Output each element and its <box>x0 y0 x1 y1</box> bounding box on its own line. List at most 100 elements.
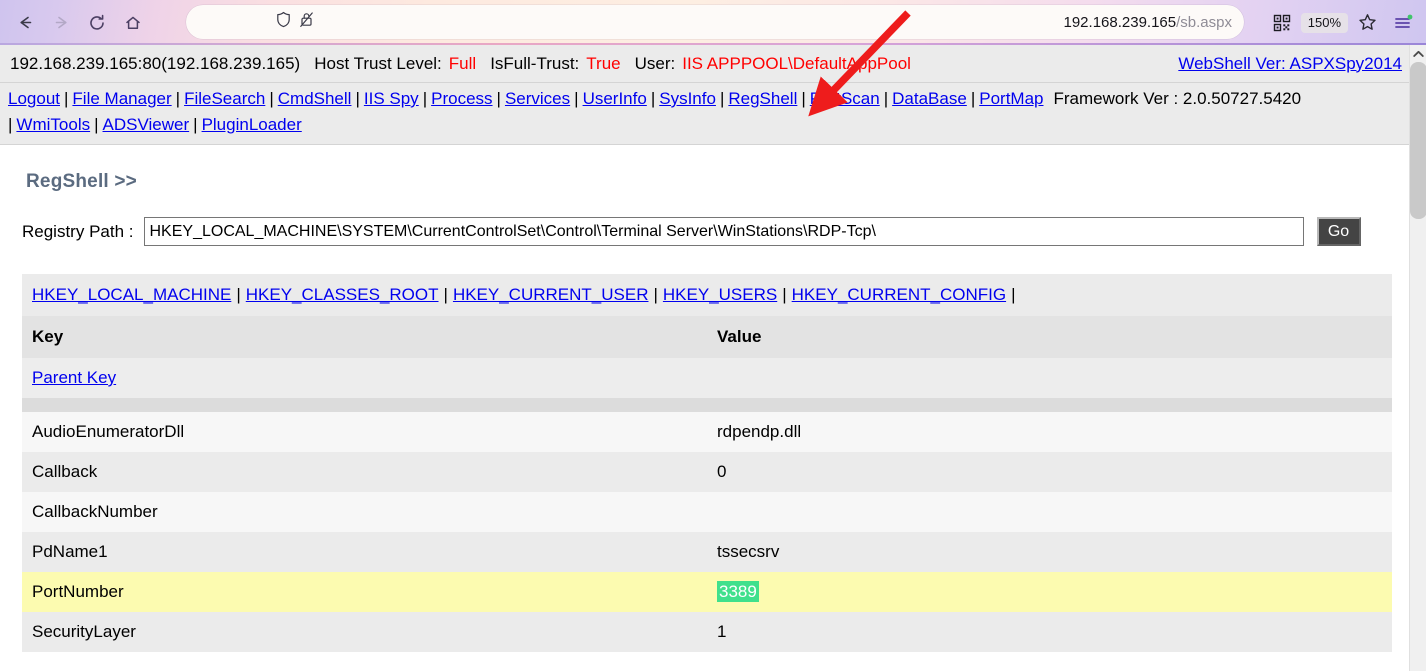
nav-link-portscan[interactable]: PortScan <box>810 89 880 108</box>
nav-link-filesearch[interactable]: FileSearch <box>184 89 265 108</box>
webshell-nav-links: Logout | File Manager | FileSearch | CmdShell |… <box>0 83 1426 145</box>
table-spacer-cell <box>22 398 1392 412</box>
server-address: 192.168.239.165:80(192.168.239.165) <box>10 53 301 73</box>
hive-link-hkey-users[interactable]: HKEY_USERS <box>663 285 777 304</box>
nav-link-adsviewer[interactable]: ADSViewer <box>103 115 190 134</box>
table-row: PdName1 tssecsrv <box>22 532 1392 572</box>
shield-icon[interactable] <box>276 11 291 33</box>
registry-key-cell: PortNumber <box>22 572 707 612</box>
user-label: User: <box>634 53 676 73</box>
parent-key-cell: Parent Key <box>22 358 707 398</box>
address-bar[interactable]: 192.168.239.165/sb.aspx <box>186 5 1244 39</box>
framework-version-label: Framework Ver : 2.0.50727.5420 <box>1053 89 1302 108</box>
scroll-up-arrow[interactable] <box>1410 45 1426 62</box>
table-row: AudioEnumeratorDll rdpendp.dll <box>22 412 1392 452</box>
nav-link-process[interactable]: Process <box>431 89 492 108</box>
registry-path-input[interactable] <box>143 217 1304 246</box>
table-row: SecurityLayer 1 <box>22 612 1392 652</box>
nav-link-cmdshell[interactable]: CmdShell <box>278 89 352 108</box>
broken-lock-icon[interactable] <box>299 11 314 33</box>
nav-link-regshell[interactable]: RegShell <box>728 89 797 108</box>
registry-value-cell: rdpendp.dll <box>707 412 1392 452</box>
nav-link-database[interactable]: DataBase <box>892 89 967 108</box>
registry-path-label: Registry Path : <box>22 221 134 241</box>
isfull-trust-label: IsFull-Trust: <box>490 53 580 73</box>
column-header-key: Key <box>22 316 707 358</box>
registry-key-cell: SecurityLayer <box>22 612 707 652</box>
hive-link-hkey-classes-root[interactable]: HKEY_CLASSES_ROOT <box>246 285 439 304</box>
nav-link-logout[interactable]: Logout <box>8 89 60 108</box>
back-button[interactable] <box>8 6 42 40</box>
address-bar-container: 192.168.239.165/sb.aspx <box>186 5 1244 39</box>
table-row: Callback 0 <box>22 452 1392 492</box>
home-icon <box>124 14 142 32</box>
registry-hive-links-row: HKEY_LOCAL_MACHINE | HKEY_CLASSES_ROOT | HKE… <box>22 274 1392 316</box>
url-host: 192.168.239.165 <box>1063 13 1177 31</box>
parent-key-value-cell <box>707 358 1392 398</box>
column-header-value: Value <box>707 316 1392 358</box>
registry-value-cell: tssecsrv <box>707 532 1392 572</box>
page-scrollbar[interactable] <box>1409 45 1426 671</box>
hive-link-hkey-current-user[interactable]: HKEY_CURRENT_USER <box>453 285 649 304</box>
bookmark-button[interactable] <box>1350 6 1384 40</box>
parent-key-link[interactable]: Parent Key <box>32 368 116 387</box>
reload-icon <box>88 14 106 32</box>
registry-hive-links: HKEY_LOCAL_MACHINE | HKEY_CLASSES_ROOT | HKE… <box>22 274 1392 316</box>
registry-path-row: Registry Path : Go <box>22 217 1426 246</box>
nav-link-services[interactable]: Services <box>505 89 570 108</box>
trust-level-label: Host Trust Level: <box>314 53 442 73</box>
nav-link-iis-spy[interactable]: IIS Spy <box>364 89 419 108</box>
server-info-bar: 192.168.239.165:80(192.168.239.165) Host… <box>0 45 1426 83</box>
parent-key-row: Parent Key <box>22 358 1392 398</box>
nav-link-wmitools[interactable]: WmiTools <box>16 115 90 134</box>
webshell-version-link[interactable]: WebShell Ver: ASPXSpy2014 <box>1178 54 1402 74</box>
go-button[interactable]: Go <box>1316 217 1361 246</box>
scrollbar-thumb[interactable] <box>1410 62 1426 219</box>
forward-arrow-icon <box>53 14 70 31</box>
trust-level-value: Full <box>448 53 477 73</box>
registry-table: HKEY_LOCAL_MACHINE | HKEY_CLASSES_ROOT | HKE… <box>22 274 1392 652</box>
registry-value-cell: 0 <box>707 452 1392 492</box>
nav-link-pluginloader[interactable]: PluginLoader <box>202 115 302 134</box>
hamburger-menu-icon <box>1393 13 1413 33</box>
nav-row-1: Logout | File Manager | FileSearch | CmdShell |… <box>8 89 1302 108</box>
nav-link-sysinfo[interactable]: SysInfo <box>659 89 716 108</box>
registry-values-body: AudioEnumeratorDll rdpendp.dll Callback 0 Ca… <box>22 412 1392 652</box>
table-header-row: Key Value <box>22 316 1392 358</box>
zoom-level-badge[interactable]: 150% <box>1300 12 1348 33</box>
registry-value-cell: 3389 <box>707 572 1392 612</box>
forward-button[interactable] <box>44 6 78 40</box>
user-value: IIS APPPOOL\DefaultAppPool <box>682 53 911 73</box>
qr-code-button[interactable] <box>1265 6 1299 40</box>
table-row: PortNumber 3389 <box>22 572 1392 612</box>
nav-link-userinfo[interactable]: UserInfo <box>583 89 647 108</box>
url-path: /sb.aspx <box>1176 13 1232 31</box>
app-menu-button[interactable] <box>1386 6 1420 40</box>
star-icon <box>1358 13 1377 32</box>
hive-link-hkey-local-machine[interactable]: HKEY_LOCAL_MACHINE <box>32 285 231 304</box>
nav-link-file-manager[interactable]: File Manager <box>72 89 171 108</box>
page-title: RegShell >> <box>26 171 137 192</box>
table-spacer-row <box>22 398 1392 412</box>
registry-value-cell <box>707 492 1392 532</box>
browser-toolbar: 192.168.239.165/sb.aspx 150% <box>0 0 1426 45</box>
selected-value-highlight: 3389 <box>717 581 759 602</box>
reload-button[interactable] <box>80 6 114 40</box>
qr-code-icon <box>1273 14 1291 32</box>
registry-key-cell: CallbackNumber <box>22 492 707 532</box>
isfull-trust-value: True <box>586 53 621 73</box>
registry-key-cell: Callback <box>22 452 707 492</box>
registry-key-cell: AudioEnumeratorDll <box>22 412 707 452</box>
url-text: 192.168.239.165/sb.aspx <box>1064 14 1233 31</box>
nav-link-portmap[interactable]: PortMap <box>979 89 1043 108</box>
registry-value-cell: 1 <box>707 612 1392 652</box>
hive-link-hkey-current-config[interactable]: HKEY_CURRENT_CONFIG <box>792 285 1006 304</box>
back-arrow-icon <box>17 14 34 31</box>
address-bar-icons <box>198 11 314 33</box>
home-button[interactable] <box>116 6 150 40</box>
nav-row-2: | WmiTools | ADSViewer | PluginLoader <box>8 115 302 134</box>
table-row: CallbackNumber <box>22 492 1392 532</box>
navigation-buttons <box>0 6 150 40</box>
registry-key-cell: PdName1 <box>22 532 707 572</box>
toolbar-right-buttons: 150% <box>1265 0 1420 45</box>
